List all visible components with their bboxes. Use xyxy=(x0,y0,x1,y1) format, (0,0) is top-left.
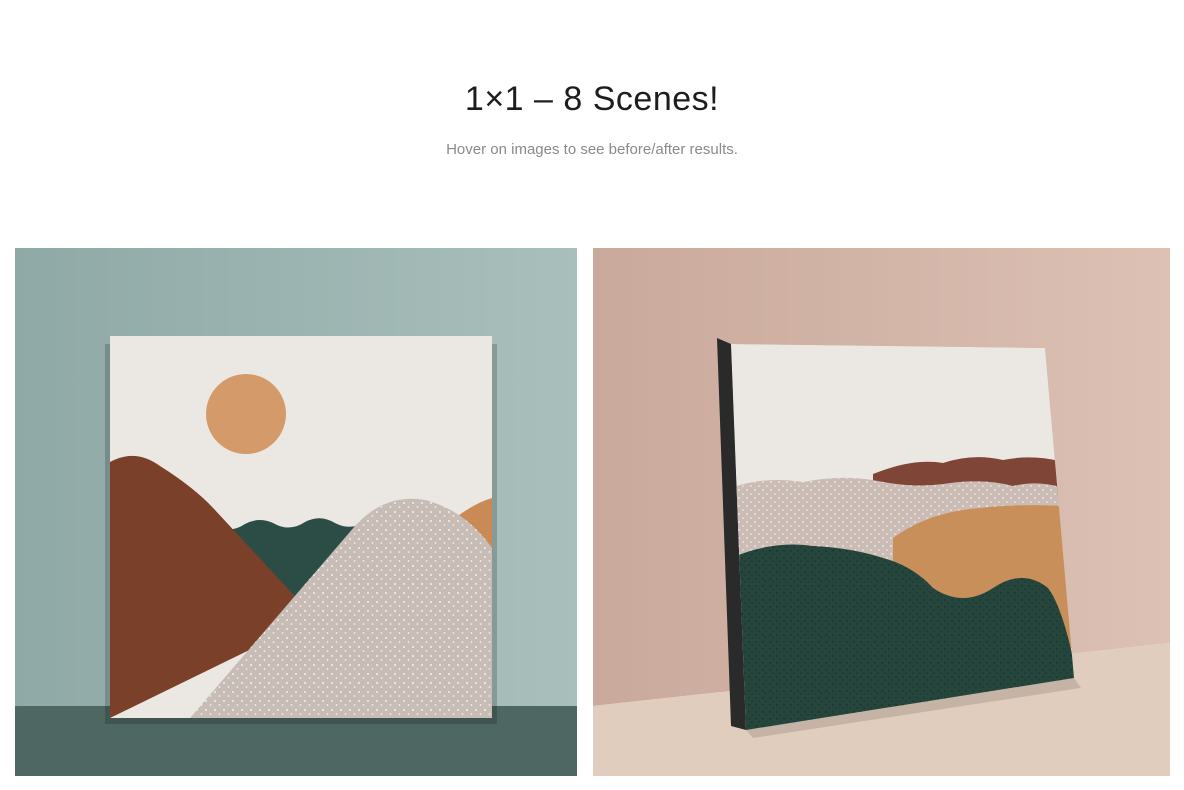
mockup-image-scene-2[interactable] xyxy=(593,248,1170,776)
canvas-artwork xyxy=(731,344,1074,730)
sun xyxy=(206,374,286,454)
canvas-artwork xyxy=(110,336,492,718)
page-subtitle: Hover on images to see before/after resu… xyxy=(446,141,738,158)
mockup-image-scene-1[interactable] xyxy=(15,248,577,776)
scene-1-illustration xyxy=(15,248,577,776)
scene-2-illustration xyxy=(593,248,1170,776)
page-title: 1×1 – 8 Scenes! xyxy=(464,80,720,118)
